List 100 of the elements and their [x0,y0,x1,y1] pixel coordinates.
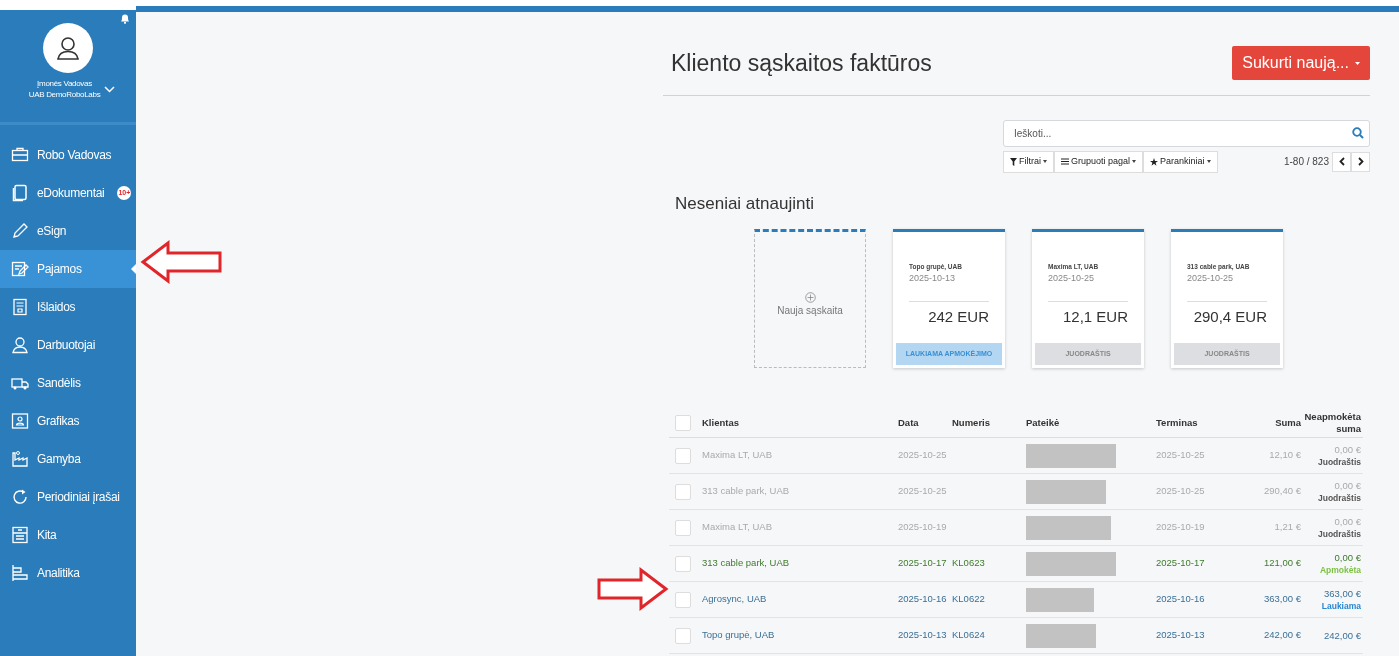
edit-document-icon [11,260,29,278]
sidebar-label: Darbuotojai [37,337,96,354]
table-cell-text: 242,00 € [1263,628,1301,643]
checkbox[interactable] [675,447,691,464]
table-cell-text: 363,00 € [1263,592,1301,607]
new-invoice-card[interactable]: Nauja sąskaita [754,229,866,368]
invoice-amount: 242 EUR [927,307,990,328]
table-cell-text: 2025-10-16 [1156,592,1206,607]
star-icon [1150,157,1159,166]
invoice-date: 2025-10-25 [1048,271,1096,285]
checkbox[interactable] [675,591,691,608]
table-cell-text: 2025-10-25 [898,448,948,463]
chevron-left-icon [1338,157,1345,166]
caret-icon [1043,160,1047,163]
bar-chart-icon [11,564,29,582]
table-cell-text: Maxima LT, UAB [702,520,774,535]
invoice-date: 2025-10-13 [909,271,957,285]
table-cell-text: 2025-10-13 [1156,628,1206,643]
person-icon [11,336,29,354]
redacted-block [1026,587,1094,612]
user-name: Įmonės Vadovas [36,78,93,89]
caret-icon [1355,61,1360,65]
sidebar-label: Analitika [37,565,80,582]
column-header[interactable]: Data [898,416,952,429]
sidebar-item[interactable]: Sandėlis [0,364,136,402]
column-header[interactable]: Neapmokėta suma [1301,410,1363,435]
sidebar-item[interactable]: Analitika [0,554,136,592]
filter-dropdown[interactable]: Grupuoti pagal [1054,150,1144,173]
table-cell-text: 12,10 € [1268,448,1301,463]
column-header[interactable]: Suma [1226,416,1301,429]
checkbox[interactable] [675,627,691,644]
invoice-date: 2025-10-25 [1187,271,1235,285]
plus-circle-icon [804,292,816,303]
caret-icon [1132,160,1137,163]
company-name: UAB DemoRoboLabs [28,89,101,100]
sidebar-item[interactable]: Robo Vadovas [0,136,136,174]
table-cell-text: Agrosync, UAB [702,592,768,607]
pen-icon [11,222,29,240]
table-cell-text: 2025-10-17 [1156,556,1206,571]
column-header[interactable]: Klientas [702,416,898,429]
sidebar-item[interactable]: Darbuotojai [0,326,136,364]
filter-dropdown[interactable]: Filtrai [1003,150,1054,173]
document-icon [11,184,29,202]
table-cell-text: Maxima LT, UAB [702,448,774,463]
chevron-right-icon [1357,157,1364,166]
page-title: Kliento sąskaitos faktūros [671,49,932,78]
checkbox[interactable] [675,414,691,431]
table-cell-text: 0,00 € [1333,478,1361,492]
previous-page-button[interactable] [1332,151,1351,172]
checkbox[interactable] [675,483,691,500]
arrow-annotation [597,567,669,611]
sidebar-item[interactable]: Gamyba [0,440,136,478]
table-cell-text: KL0622 [952,592,986,607]
status-text: Laukiama [1320,599,1361,613]
invoice-amount: 290,4 EUR [1192,307,1268,328]
table-cell-text: 242,00 € [1323,629,1361,642]
table-cell-text: 313 cable park, UAB [702,484,791,499]
sidebar-item[interactable]: Grafikas [0,402,136,440]
table-cell-text: 1,21 € [1273,520,1301,535]
person-icon [55,35,81,61]
calendar-person-icon [11,412,29,430]
avatar[interactable] [43,23,93,73]
search-icon[interactable] [1352,126,1364,139]
section-title: Neseniai atnaujinti [675,192,815,215]
sidebar-label: Robo Vadovas [37,147,112,164]
table-cell-text: 2025-10-25 [898,484,948,499]
search-field[interactable]: Ieškoti... [1003,119,1370,147]
bell-icon[interactable] [120,13,130,24]
table-cell-text: 2025-10-25 [1156,484,1206,499]
checkbox[interactable] [675,555,691,572]
status-text: Juodraštis [1317,527,1361,541]
sidebar-item[interactable]: Kita [0,516,136,554]
chevron-down-icon[interactable] [104,85,116,93]
briefcase-icon [11,146,29,164]
sidebar-label: Periodiniai įrašai [37,489,120,506]
sidebar-item[interactable]: eSign [0,212,136,250]
sidebar-label: eDokumentai [37,185,105,202]
next-page-button[interactable] [1351,151,1370,172]
receipt-icon [11,298,29,316]
table-cell-text: KL0624 [952,628,986,643]
sidebar-label: Grafikas [37,413,80,430]
column-header[interactable]: Terminas [1156,416,1226,429]
status-text: Juodraštis [1317,455,1361,469]
sidebar-item[interactable]: Pajamos [0,250,136,288]
table-cell-text: KL0623 [952,556,986,571]
checkbox[interactable] [675,519,691,536]
table-cell-text: 0,00 € [1333,550,1361,564]
create-button[interactable]: Sukurti naują... [1232,46,1370,81]
filter-dropdown[interactable]: Parankiniai [1143,150,1218,173]
factory-icon [11,450,29,468]
table-cell-text: 2025-10-16 [898,592,948,607]
sidebar-item[interactable]: Periodiniai įrašai [0,478,136,516]
table-cell-text: 2025-10-13 [898,628,948,643]
sidebar-item[interactable]: Išlaidos [0,288,136,326]
sidebar-label: Išlaidos [37,299,76,316]
column-header[interactable]: Pateikė [1026,416,1156,429]
column-header[interactable]: Numeris [952,416,1026,429]
table-cell-text: 2025-10-19 [898,520,948,535]
table-cell-text: 0,00 € [1333,514,1361,528]
table-cell-text: 0,00 € [1333,442,1361,456]
